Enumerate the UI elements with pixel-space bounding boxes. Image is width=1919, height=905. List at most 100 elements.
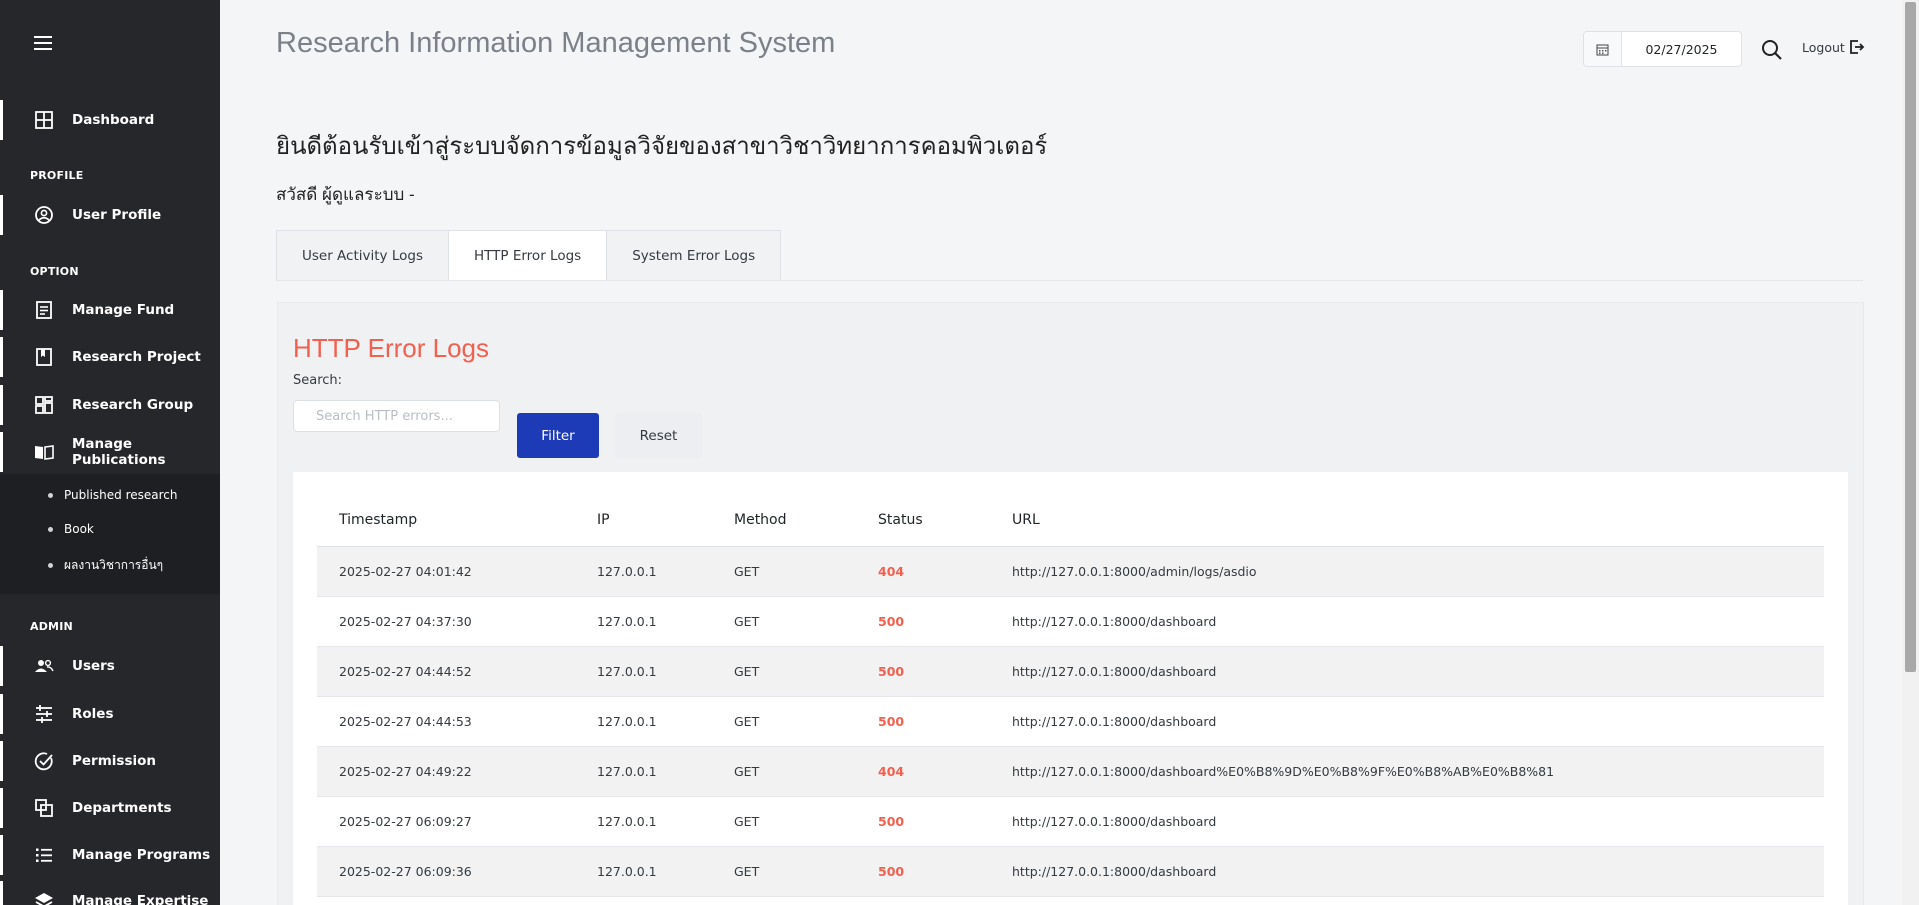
logout-icon — [1849, 40, 1865, 54]
cell-status: 404 — [856, 746, 990, 797]
cell-method: GET — [712, 746, 856, 797]
cell-url: http://127.0.0.1:8000/dashboard — [990, 696, 1824, 747]
cell-timestamp: 2025-02-27 04:37:30 — [317, 596, 575, 647]
cell-url: http://127.0.0.1:8000/dashboard — [990, 596, 1824, 647]
sidebar-item-manage-fund[interactable]: Manage Fund — [0, 290, 220, 330]
bullet-icon — [48, 563, 53, 568]
app-title: Research Information Management System — [276, 27, 836, 59]
sidebar: Dashboard PROFILE User Profile OPTION Ma… — [0, 0, 220, 905]
list-icon — [34, 845, 54, 865]
panel-title: HTTP Error Logs — [293, 333, 490, 363]
cell-status: 500 — [856, 796, 990, 847]
cell-url: http://127.0.0.1:8000/admin/logs/asdio — [990, 546, 1824, 597]
date-picker[interactable]: 02/27/2025 — [1583, 31, 1742, 67]
cell-url: http://127.0.0.1:8000/dashboard — [990, 796, 1824, 847]
http-error-logs-panel: HTTP Error Logs Search: Filter Reset Tim… — [277, 302, 1864, 905]
submenu-label: ผลงานวิชาการอื่นๆ — [64, 558, 164, 572]
submenu-item-book[interactable]: Book — [48, 522, 94, 536]
sidebar-item-label: User Profile — [72, 207, 162, 223]
table-row: 2025-02-27 04:44:52 127.0.0.1 GET 500 ht… — [317, 646, 1824, 697]
sidebar-item-label: Manage Publications — [72, 436, 166, 468]
hamburger-icon[interactable] — [34, 36, 52, 50]
cell-url: http://127.0.0.1:8000/dashboard — [990, 846, 1824, 897]
calendar-icon[interactable] — [1584, 32, 1622, 66]
greeting-text: สวัสดี ผู้ดูแลระบบ - — [276, 185, 415, 204]
cell-method: GET — [712, 796, 856, 847]
cell-ip: 127.0.0.1 — [575, 796, 712, 847]
sidebar-item-users[interactable]: Users — [0, 646, 220, 686]
reset-button[interactable]: Reset — [615, 413, 702, 458]
cell-ip: 127.0.0.1 — [575, 846, 712, 897]
sidebar-item-roles[interactable]: Roles — [0, 694, 220, 734]
cell-timestamp: 2025-02-27 04:44:53 — [317, 696, 575, 747]
tab-http-error-logs[interactable]: HTTP Error Logs — [448, 230, 608, 281]
table-row: 2025-02-27 04:44:53 127.0.0.1 GET 500 ht… — [317, 696, 1824, 747]
search-icon[interactable] — [1761, 39, 1783, 61]
scrollbar-thumb[interactable] — [1905, 2, 1916, 672]
submenu-item-other-works[interactable]: ผลงานวิชาการอื่นๆ — [48, 556, 163, 575]
cell-ip: 127.0.0.1 — [575, 546, 712, 597]
cell-ip: 127.0.0.1 — [575, 746, 712, 797]
sidebar-item-research-group[interactable]: Research Group — [0, 385, 220, 425]
table-row: 2025-02-27 04:01:42 127.0.0.1 GET 404 ht… — [317, 546, 1824, 597]
sidebar-item-manage-programs[interactable]: Manage Programs — [0, 835, 220, 875]
table-row: 2025-02-27 06:09:36 127.0.0.1 GET 500 ht… — [317, 846, 1824, 897]
column-header-method: Method — [712, 494, 856, 547]
date-value[interactable]: 02/27/2025 — [1622, 32, 1741, 66]
sidebar-item-dashboard[interactable]: Dashboard — [0, 100, 220, 140]
section-title-profile: PROFILE — [30, 169, 84, 182]
sliders-icon — [34, 704, 54, 724]
sidebar-item-label: Research Project — [72, 349, 201, 365]
cell-status: 500 — [856, 596, 990, 647]
submenu-label: Published research — [64, 488, 178, 502]
open-book-icon — [34, 442, 54, 462]
cell-method: GET — [712, 696, 856, 747]
column-header-status: Status — [856, 494, 990, 547]
search-label: Search: — [293, 373, 343, 388]
log-tabs: User Activity Logs HTTP Error Logs Syste… — [276, 230, 782, 281]
sidebar-item-user-profile[interactable]: User Profile — [0, 195, 220, 235]
submenu-item-published-research[interactable]: Published research — [48, 488, 178, 502]
sidebar-item-manage-expertise[interactable]: Manage Expertise — [0, 881, 220, 905]
table-row: 2025-02-27 06:09:27 127.0.0.1 GET 500 ht… — [317, 796, 1824, 847]
sidebar-item-departments[interactable]: Departments — [0, 788, 220, 828]
sidebar-item-label: Users — [72, 658, 115, 674]
cell-status: 500 — [856, 846, 990, 897]
tab-user-activity-logs[interactable]: User Activity Logs — [276, 230, 449, 281]
sidebar-item-label: Manage Fund — [72, 302, 175, 318]
grid-icon — [34, 110, 54, 130]
bullet-icon — [48, 526, 53, 532]
table-row: 2025-02-27 04:37:30 127.0.0.1 GET 500 ht… — [317, 596, 1824, 647]
cell-status: 500 — [856, 696, 990, 747]
vertical-scrollbar[interactable] — [1902, 0, 1919, 905]
check-circle-icon — [34, 751, 54, 771]
sidebar-item-manage-publications[interactable]: Manage Publications — [0, 432, 220, 472]
sidebar-item-label: Departments — [72, 800, 172, 816]
cell-timestamp: 2025-02-27 04:44:52 — [317, 646, 575, 697]
cell-method: GET — [712, 646, 856, 697]
cell-method: GET — [712, 596, 856, 647]
dashboard-tiles-icon — [34, 395, 54, 415]
cell-timestamp: 2025-02-27 06:09:36 — [317, 846, 575, 897]
copy-icon — [34, 798, 54, 818]
sidebar-item-label: Roles — [72, 706, 114, 722]
sidebar-item-label: Dashboard — [72, 112, 155, 128]
cell-method: GET — [712, 846, 856, 897]
section-title-admin: ADMIN — [30, 620, 73, 633]
logout-button[interactable]: Logout — [1802, 39, 1865, 55]
table-card: Timestamp IP Method Status URL 2025-02-2… — [293, 472, 1848, 905]
sidebar-item-label: Manage Programs — [72, 847, 211, 863]
search-input[interactable] — [293, 400, 500, 432]
sidebar-item-permission[interactable]: Permission — [0, 741, 220, 781]
cell-status: 404 — [856, 546, 990, 597]
sidebar-item-label: Permission — [72, 753, 156, 769]
logout-label: Logout — [1802, 39, 1845, 55]
bookmark-book-icon — [34, 347, 54, 367]
cell-timestamp: 2025-02-27 04:01:42 — [317, 546, 575, 597]
filter-button[interactable]: Filter — [517, 413, 599, 458]
users-icon — [34, 656, 54, 676]
section-title-option: OPTION — [30, 265, 79, 278]
sidebar-item-research-project[interactable]: Research Project — [0, 337, 220, 377]
column-header-ip: IP — [575, 494, 712, 547]
tab-system-error-logs[interactable]: System Error Logs — [606, 230, 782, 281]
